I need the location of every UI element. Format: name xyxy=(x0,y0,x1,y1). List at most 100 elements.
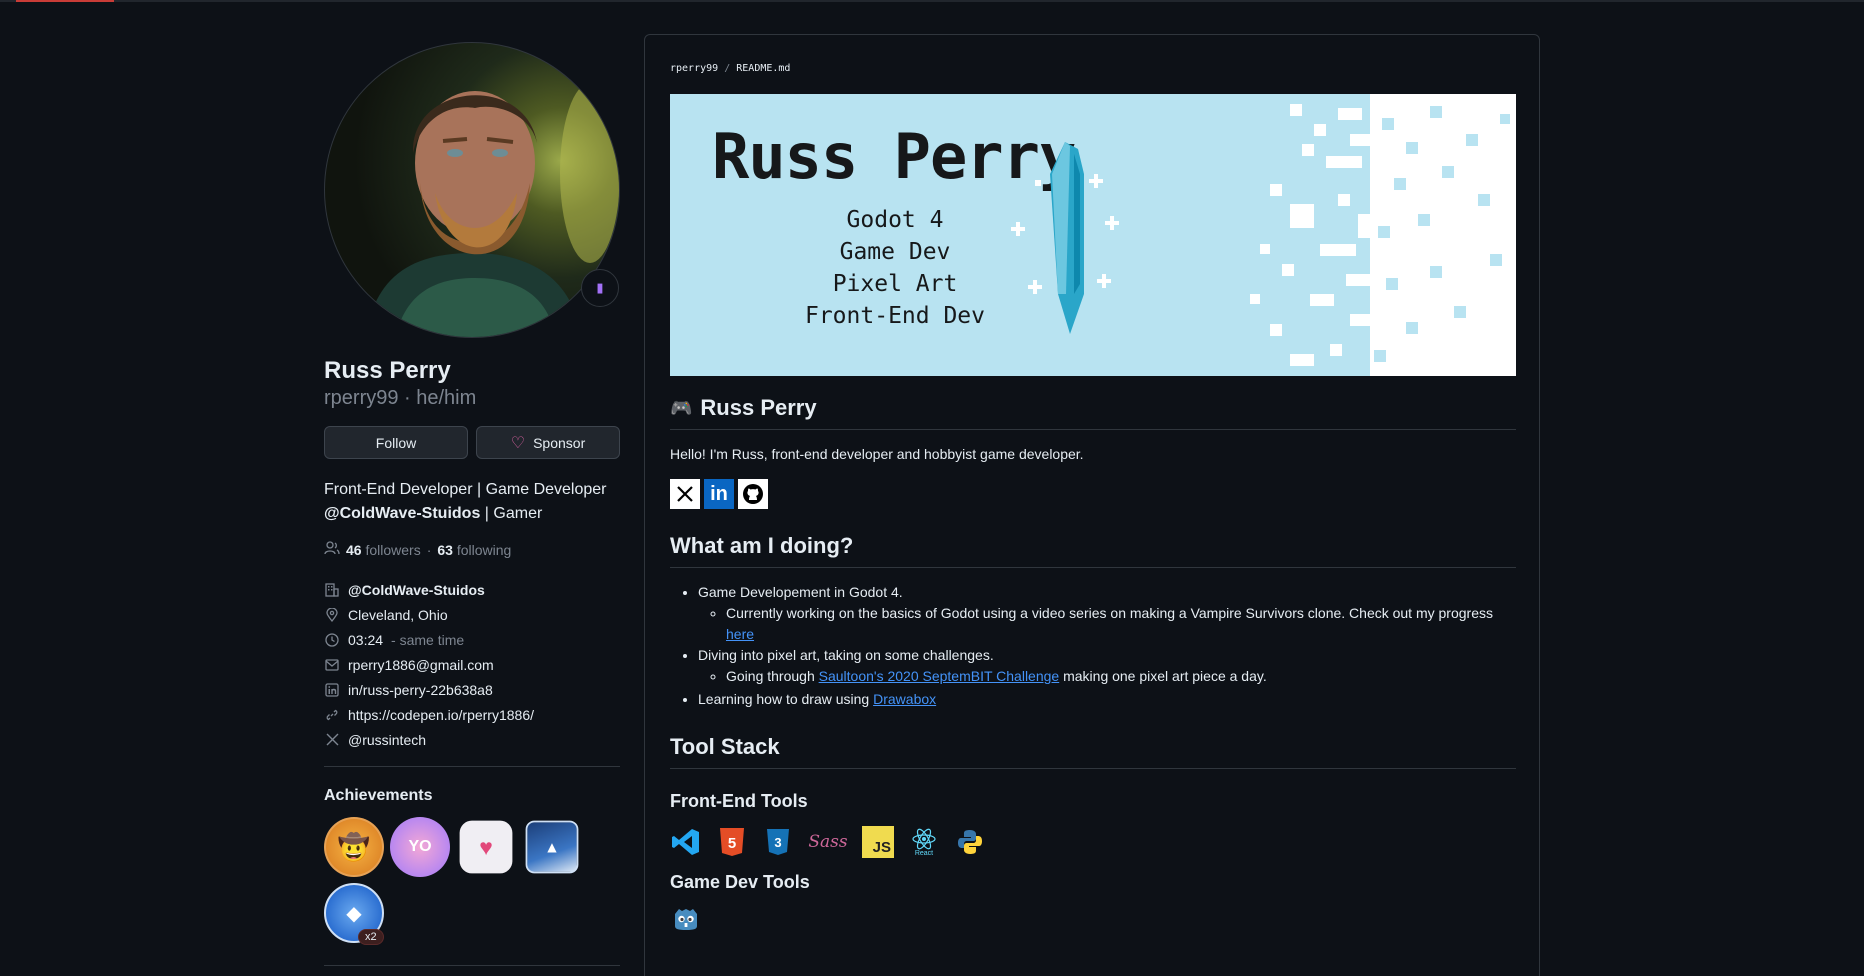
heart-icon: ♡ xyxy=(510,434,526,452)
x-logo-icon xyxy=(324,732,340,748)
top-border xyxy=(0,0,1864,2)
crumb-separator: / xyxy=(724,63,731,74)
sidebar-divider xyxy=(324,766,620,767)
gamepad-icon: 🎮 xyxy=(670,397,693,418)
frontend-tools-list: 5 3 Sass JS React xyxy=(670,826,1516,858)
heading-text: What am I doing? xyxy=(670,533,854,558)
x-social-link[interactable] xyxy=(670,479,700,509)
following-link[interactable]: 63 following xyxy=(437,542,511,558)
sass-label: Sass xyxy=(808,832,848,852)
follow-stats: 46 followers · 63 following xyxy=(324,540,620,559)
list-item: Going through Saultoon's 2020 SeptemBIT … xyxy=(726,666,1516,687)
html5-icon: 5 xyxy=(716,826,748,858)
readme-banner-image: Russ Perry Godot 4 Game Dev Pixel Art Fr… xyxy=(670,94,1516,376)
readme-heading-tools: Tool Stack xyxy=(670,734,1516,769)
achievements-heading: Achievements xyxy=(324,787,433,804)
followers-count: 46 xyxy=(346,541,362,558)
sidebar-divider-2 xyxy=(324,965,620,966)
achievement-shark-badge[interactable]: ◆ x2 xyxy=(324,883,384,945)
readme-card: rperry99 / README.md Russ Perry Godot 4 … xyxy=(644,34,1540,976)
list-item-text: Currently working on the basics of Godot… xyxy=(726,605,1493,621)
profile-details: @ColdWave-Stuidos Cleveland, Ohio 03:24 … xyxy=(324,577,620,752)
sponsor-button[interactable]: ♡ Sponsor xyxy=(476,426,620,459)
python-icon xyxy=(954,826,986,858)
detail-linkedin-link[interactable]: in/russ-perry-22b638a8 xyxy=(348,682,493,698)
sass-icon: Sass xyxy=(808,826,848,858)
detail-location: Cleveland, Ohio xyxy=(324,602,620,627)
shield-mountain-icon: ▲ xyxy=(544,837,560,856)
profile-bio: Front-End Developer | Game Developer @Co… xyxy=(324,478,620,526)
detail-time: 03:24 - same time xyxy=(324,627,620,652)
avatar-container: ▮ xyxy=(324,42,620,338)
yolo-icon: YO xyxy=(408,838,432,855)
list-item: Game Developement in Godot 4. Currently … xyxy=(698,582,1516,645)
intro-paragraph: Hello! I'm Russ, front-end developer and… xyxy=(670,446,1084,462)
css3-label: 3 xyxy=(774,835,781,850)
detail-location-text: Cleveland, Ohio xyxy=(348,606,448,623)
heading-text: Russ Perry xyxy=(700,395,817,420)
status-emoji-button[interactable]: ▮ xyxy=(581,269,619,307)
progress-link[interactable]: here xyxy=(726,626,754,642)
linkedin-social-link[interactable]: in xyxy=(704,479,734,509)
achievement-heart-badge[interactable]: ♥ xyxy=(459,820,513,874)
following-label: following xyxy=(456,541,512,558)
list-item: Diving into pixel art, taking on some ch… xyxy=(698,645,1516,687)
detail-twitter: @russintech xyxy=(324,727,620,752)
react-label: React xyxy=(914,849,934,857)
detail-org-link[interactable]: @ColdWave-Stuidos xyxy=(348,582,485,598)
avatar-portrait xyxy=(365,83,619,337)
sub-list: Currently working on the basics of Godot… xyxy=(698,603,1516,645)
readme-heading-doing: What am I doing? xyxy=(670,533,1516,568)
location-pin-icon xyxy=(324,607,340,623)
detail-email: rperry1886@gmail.com xyxy=(324,652,620,677)
list-item: Learning how to draw using Drawabox xyxy=(698,689,1516,710)
achievements-list: 🤠 YO ♥ ▲ ◆ x2 xyxy=(324,817,620,945)
active-tab-indicator xyxy=(16,0,114,2)
detail-website-link[interactable]: https://codepen.io/rperry1886/ xyxy=(348,707,534,723)
achievement-yolo-badge[interactable]: YO xyxy=(390,817,450,877)
gamedev-tools-list xyxy=(670,903,1516,935)
readme-content: 🎮 Russ Perry Hello! I'm Russ, front-end … xyxy=(670,395,1516,935)
gamedev-tools-heading: Game Dev Tools xyxy=(670,872,810,892)
achievement-cowboy-badge[interactable]: 🤠 xyxy=(324,817,384,877)
banner-pixel-art xyxy=(1011,94,1516,376)
x-logo-icon xyxy=(677,486,693,502)
detail-linkedin: in/russ-perry-22b638a8 xyxy=(324,677,620,702)
css3-icon: 3 xyxy=(762,826,794,858)
frontend-tools-heading: Front-End Tools xyxy=(670,791,808,811)
followers-link[interactable]: 46 followers xyxy=(346,542,421,558)
social-links: in xyxy=(670,479,1516,509)
followers-label: followers xyxy=(365,541,421,558)
js-label: JS xyxy=(872,839,891,856)
readme-breadcrumb: rperry99 / README.md xyxy=(670,63,790,74)
bio-rest: | Gamer xyxy=(480,505,543,522)
readme-heading-name: 🎮 Russ Perry xyxy=(670,395,1516,430)
detail-email-link[interactable]: rperry1886@gmail.com xyxy=(348,657,494,673)
achievement-arctic-badge[interactable]: ▲ xyxy=(525,820,579,874)
github-social-link[interactable] xyxy=(738,479,768,509)
crumb-user-link[interactable]: rperry99 xyxy=(670,63,718,74)
mail-icon xyxy=(324,657,340,673)
heart-badge-icon: ♥ xyxy=(479,833,493,860)
sub-list: Going through Saultoon's 2020 SeptemBIT … xyxy=(698,666,1516,687)
crumb-file-link[interactable]: README.md xyxy=(736,63,790,74)
bio-org-mention[interactable]: @ColdWave-Stuidos xyxy=(324,505,480,522)
detail-time-text: 03:24 xyxy=(348,631,384,648)
people-icon xyxy=(324,540,340,559)
detail-time-suffix: - same time xyxy=(391,631,465,648)
list-item-text: Learning how to draw using xyxy=(698,691,874,707)
detail-twitter-link[interactable]: @russintech xyxy=(348,732,426,748)
detail-website: https://codepen.io/rperry1886/ xyxy=(324,702,620,727)
following-count: 63 xyxy=(437,541,453,558)
godot-icon xyxy=(670,903,702,935)
list-item: Currently working on the basics of Godot… xyxy=(726,603,1516,645)
follow-button[interactable]: Follow xyxy=(324,426,468,459)
drawabox-link[interactable]: Drawabox xyxy=(873,691,936,707)
linkedin-icon: in xyxy=(710,482,728,505)
vscode-icon xyxy=(670,826,702,858)
septembit-challenge-link[interactable]: Saultoon's 2020 SeptemBIT Challenge xyxy=(819,668,1060,684)
cowboy-face-icon: 🤠 xyxy=(337,831,371,862)
avatar[interactable] xyxy=(324,42,620,338)
sponsor-label: Sponsor xyxy=(533,434,586,451)
badge-count-tag: x2 xyxy=(358,929,384,945)
